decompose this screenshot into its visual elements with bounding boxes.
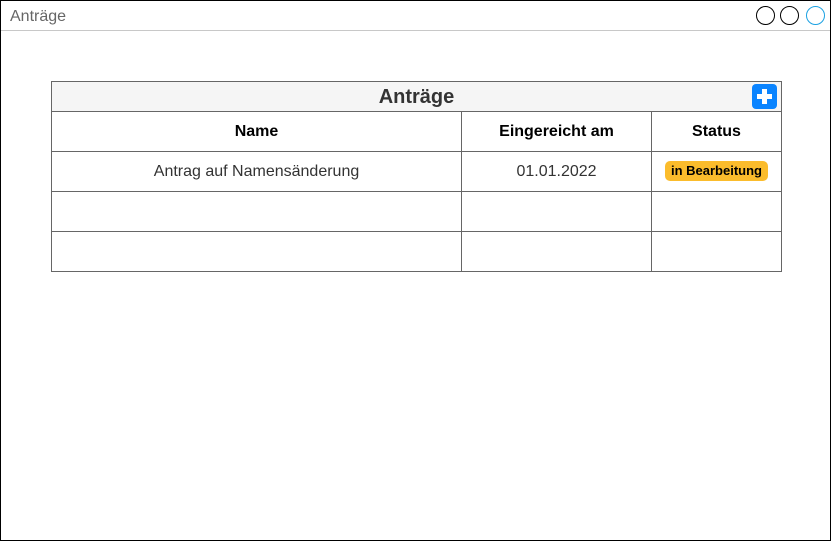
window-control-button-1[interactable] xyxy=(756,6,775,25)
app-window: Anträge Anträge Name Eingereicht am Stat… xyxy=(0,0,831,541)
column-header-submitted: Eingereicht am xyxy=(462,112,652,151)
row-submitted-cell xyxy=(462,232,652,271)
requests-panel: Anträge Name Eingereicht am Status Antra… xyxy=(51,81,782,272)
table-row[interactable] xyxy=(52,232,781,271)
status-badge: in Bearbeitung xyxy=(664,160,768,181)
column-header-name: Name xyxy=(52,112,462,151)
column-header-status: Status xyxy=(692,123,741,140)
add-request-button[interactable] xyxy=(752,84,777,109)
row-name-cell: Antrag auf Namensänderung xyxy=(52,152,462,191)
panel-header: Anträge xyxy=(52,82,781,112)
row-submitted-cell: 01.01.2022 xyxy=(462,152,652,191)
window-control-button-3[interactable] xyxy=(806,6,825,25)
row-name-cell xyxy=(52,192,462,231)
panel-title: Anträge xyxy=(378,86,455,108)
table-row[interactable] xyxy=(52,192,781,232)
title-bar: Anträge xyxy=(1,1,830,31)
row-status-cell xyxy=(652,192,781,231)
table-header-row: Name Eingereicht am Status xyxy=(52,112,781,152)
row-submitted-cell xyxy=(462,192,652,231)
row-status-cell: in Bearbeitung xyxy=(652,152,781,191)
row-name-cell xyxy=(52,232,462,271)
table-row[interactable]: Antrag auf Namensänderung 01.01.2022 in … xyxy=(52,152,781,192)
row-status-cell xyxy=(652,232,781,271)
window-title: Anträge xyxy=(10,8,67,25)
window-control-button-2[interactable] xyxy=(780,6,799,25)
